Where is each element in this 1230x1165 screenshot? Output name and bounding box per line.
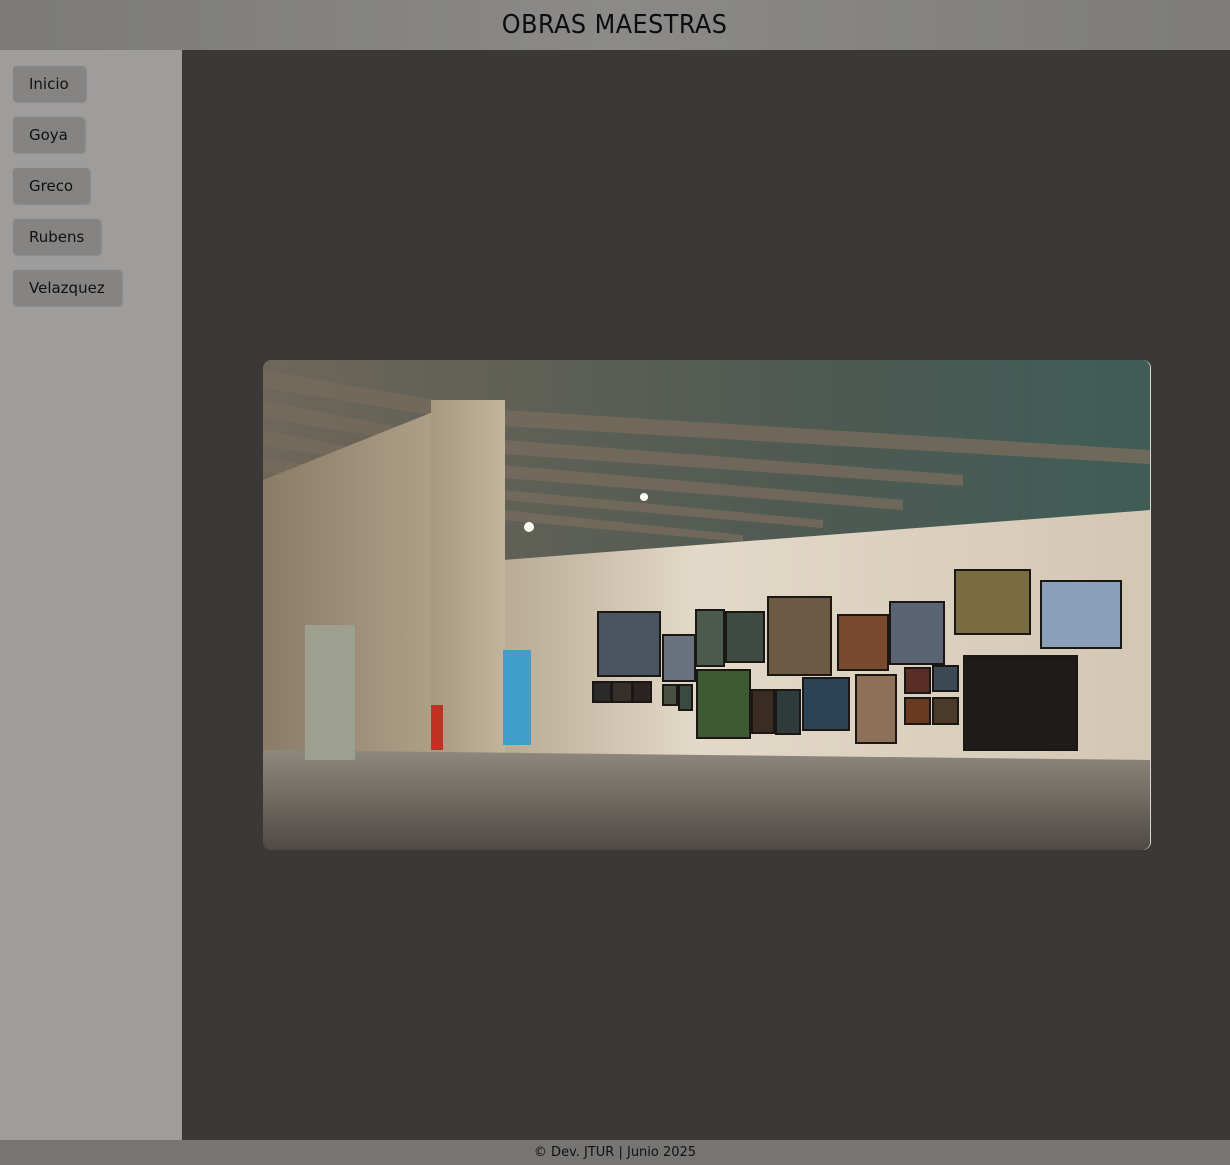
gallery-illustration [263,360,1150,850]
page: OBRAS MAESTRAS Inicio Goya Greco Rubens … [0,0,1230,1165]
gallery-photo [263,360,1150,850]
page-title: OBRAS MAESTRAS [502,10,728,40]
nav-button-velazquez[interactable]: Velazquez [13,270,121,305]
footer-text: © Dev. JTUR | Junio 2025 [533,1145,697,1160]
header: OBRAS MAESTRAS [0,0,1230,50]
sidebar: Inicio Goya Greco Rubens Velazquez [0,50,182,1140]
nav-button-goya[interactable]: Goya [13,117,84,152]
nav-button-greco[interactable]: Greco [13,168,90,203]
footer: © Dev. JTUR | Junio 2025 [0,1140,1230,1165]
main-content [182,50,1230,1140]
nav-button-inicio[interactable]: Inicio [13,66,85,101]
nav-button-rubens[interactable]: Rubens [13,219,101,254]
